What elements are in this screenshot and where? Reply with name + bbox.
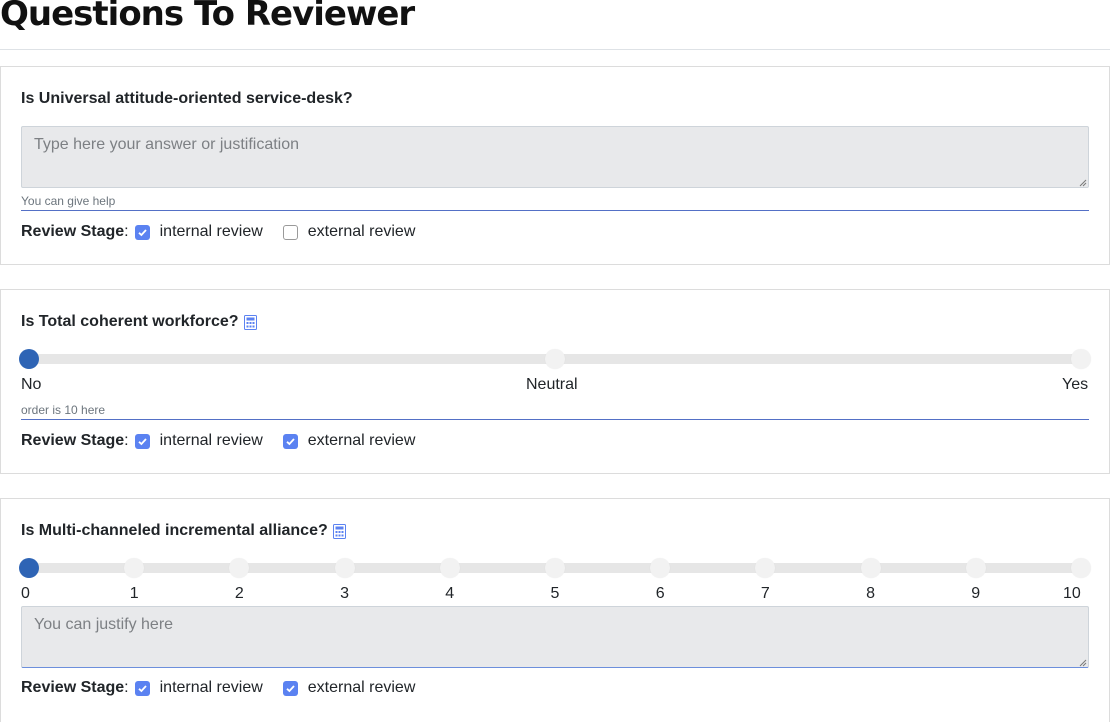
external-review-checkbox[interactable] (282, 433, 298, 449)
internal-review-checkbox[interactable] (134, 680, 150, 696)
calculator-icon[interactable] (243, 314, 257, 330)
question-title-text: Is Total coherent workforce? (21, 313, 239, 330)
slider-tick-label: 6 (655, 585, 665, 602)
question-title: Is Multi-channeled incremental alliance? (21, 522, 346, 540)
slider-handle[interactable] (19, 349, 39, 369)
checkmark-icon (138, 437, 147, 445)
help-text: order is 10 here (21, 403, 1089, 420)
slider-label-yes: Yes (1062, 376, 1089, 393)
slider-stop[interactable] (860, 558, 881, 578)
external-review-label: external review (307, 679, 416, 696)
slider-stop[interactable] (334, 558, 355, 578)
answer-textarea[interactable] (21, 126, 1089, 188)
slider-stop[interactable] (1071, 349, 1091, 369)
review-stage-row: Review Stage: internal review external r… (21, 432, 416, 449)
checkmark-icon (286, 684, 295, 692)
review-stage-label: Review Stage (21, 223, 125, 240)
slider-stop[interactable] (439, 558, 460, 578)
slider-stop[interactable] (229, 558, 250, 578)
question-title-text: Is Multi-channeled incremental alliance? (21, 522, 328, 539)
slider-label-no: No (21, 376, 42, 393)
slider-stop[interactable] (124, 558, 145, 578)
external-review-checkbox[interactable] (282, 680, 298, 696)
question-title: Is Universal attitude-oriented service-d… (21, 90, 353, 107)
review-stage-row: Review Stage: internal review external r… (21, 223, 416, 240)
checkmark-icon (138, 228, 147, 236)
slider-tick-label: 4 (445, 585, 455, 602)
internal-review-label: internal review (159, 432, 263, 449)
internal-review-checkbox[interactable] (134, 224, 150, 240)
slider-tick-label: 10 (1063, 585, 1081, 602)
review-stage-row: Review Stage: internal review external r… (21, 679, 416, 696)
page-title: Questions To Reviewer (0, 0, 415, 34)
slider-stop[interactable] (965, 558, 986, 578)
slider-tick-label: 3 (340, 585, 349, 602)
slider-tick-label: 8 (866, 585, 875, 602)
slider-tick-label: 5 (550, 585, 560, 602)
external-review-label: external review (307, 223, 416, 240)
internal-review-label: internal review (159, 223, 263, 240)
slider-stop[interactable] (545, 349, 565, 369)
external-review-label: external review (307, 432, 416, 449)
title-divider (0, 49, 1110, 50)
slider-stop[interactable] (1071, 558, 1091, 578)
question-card-3: Is Multi-channeled incremental alliance?… (0, 498, 1110, 722)
slider-label-neutral: Neutral (526, 376, 578, 393)
slider-tick-label: 1 (129, 585, 139, 602)
internal-review-label: internal review (159, 679, 263, 696)
internal-review-checkbox[interactable] (134, 433, 150, 449)
question-card-2: Is Total coherent workforce? No Neutral … (0, 289, 1110, 474)
justification-textarea[interactable] (21, 606, 1089, 668)
question-card-1: Is Universal attitude-oriented service-d… (0, 66, 1110, 265)
checkmark-icon (138, 684, 147, 692)
slider-stop[interactable] (545, 558, 565, 578)
slider-stop[interactable] (650, 558, 671, 578)
question-title: Is Total coherent workforce? (21, 313, 257, 331)
slider-tick-label: 2 (234, 585, 244, 602)
checkmark-icon (286, 437, 295, 445)
review-stage-label: Review Stage (21, 679, 125, 696)
slider-tick-label: 9 (971, 585, 981, 602)
calculator-icon[interactable] (332, 523, 346, 539)
slider-handle[interactable] (19, 558, 39, 578)
review-stage-label: Review Stage (21, 432, 125, 449)
slider-tick-label: 0 (21, 585, 30, 602)
slider-stop[interactable] (755, 558, 776, 578)
help-text: You can give help (21, 194, 1089, 211)
external-review-checkbox[interactable] (282, 224, 298, 240)
slider-tick-label: 7 (760, 585, 770, 602)
